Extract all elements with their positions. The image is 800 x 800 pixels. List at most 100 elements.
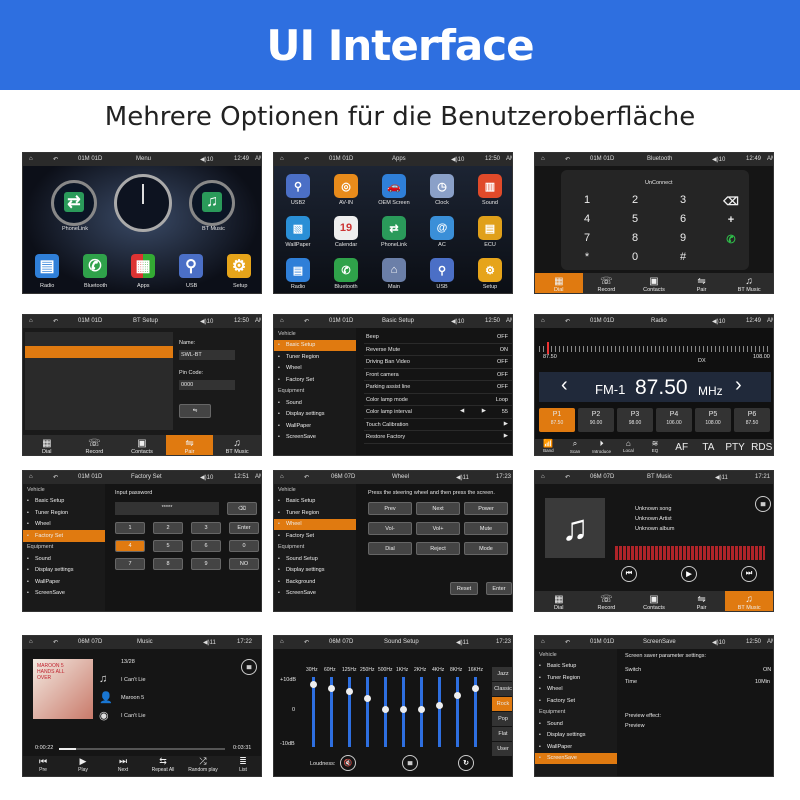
preset-1[interactable]: P1 87.50 <box>539 408 575 432</box>
home-icon[interactable]: ⌂ <box>280 156 284 162</box>
preset-3[interactable]: P3 98.00 <box>617 408 653 432</box>
eq-knob[interactable] <box>364 695 371 702</box>
setting-row[interactable]: Color lamp mode Loop <box>364 394 512 406</box>
setting-row[interactable]: Driving Ban Video OFF <box>364 356 512 369</box>
sidebar-item-wheel[interactable]: Wheel <box>23 519 105 531</box>
sidebar-item-screensave[interactable]: ScreenSave <box>274 432 356 444</box>
sound-icon[interactable]: ▥ <box>478 174 502 198</box>
setting-value[interactable]: OFF <box>497 384 508 390</box>
setup-icon[interactable]: ⚙ <box>227 254 251 278</box>
setting-value[interactable]: ON <box>500 347 508 353</box>
back-icon[interactable]: ↶ <box>565 156 570 163</box>
sidebar-item-display-settings[interactable]: Display settings <box>274 409 356 421</box>
sidebar-item-tuner-region[interactable]: Tuner Region <box>535 672 617 684</box>
setting-value[interactable]: OFF <box>497 372 508 378</box>
key-4[interactable]: 4 <box>565 213 609 227</box>
arrow-right-icon[interactable]: ▶ <box>504 421 508 427</box>
radio-btn-scan[interactable]: ⌕ Scan <box>562 439 589 455</box>
play-icon[interactable]: ▶ <box>681 566 697 582</box>
radio-btn-rds[interactable]: RDS <box>748 439 773 455</box>
setting-row[interactable]: Beep OFF <box>364 331 512 344</box>
back-icon[interactable]: ↶ <box>304 156 309 163</box>
eq-preset-jazz[interactable]: Jazz <box>492 667 512 681</box>
name-field[interactable]: SWL-BT <box>179 350 235 360</box>
key-5[interactable]: 5 <box>613 213 657 227</box>
sidebar-item-sound[interactable]: Sound <box>23 553 105 565</box>
radio-btn-local[interactable]: ⌂ Local <box>615 439 642 455</box>
eq-preset-rock[interactable]: Rock <box>492 697 512 711</box>
key-5[interactable]: 5 <box>153 540 183 552</box>
phonelink-icon[interactable]: ⇄ <box>382 216 406 240</box>
sidebar-item-background[interactable]: Background <box>274 576 356 588</box>
decrease-arrow-icon[interactable]: ◀ <box>460 408 464 414</box>
back-icon[interactable]: ↶ <box>53 639 58 646</box>
wallpaper-icon[interactable]: ▧ <box>286 216 310 240</box>
sidebar-item-screensave[interactable]: ScreenSave <box>535 752 617 764</box>
sidebar-item-sound[interactable]: Sound <box>274 397 356 409</box>
key-star[interactable]: * <box>565 251 609 265</box>
music-list-button[interactable]: ≣ List <box>223 756 261 776</box>
back-icon[interactable]: ↶ <box>304 639 309 646</box>
calendar-icon[interactable]: 19 <box>334 216 358 240</box>
music-play-button[interactable]: ▶ Play <box>63 756 103 776</box>
sidebar-item-tuner-region[interactable]: Tuner Region <box>23 507 105 519</box>
back-icon[interactable]: ↶ <box>53 474 58 481</box>
wheel-next-button[interactable]: Next <box>416 502 460 515</box>
setting-value[interactable]: 55 <box>502 409 508 415</box>
sidebar-item-wallpaper[interactable]: WallPaper <box>23 576 105 588</box>
nav-dial[interactable]: ▦ Dial <box>535 273 583 293</box>
music-repeat-all-button[interactable]: ⇆ Repeat All <box>143 756 183 776</box>
radio-btn-band[interactable]: 📶 Band <box>535 439 562 455</box>
key-7[interactable]: 7 <box>565 232 609 246</box>
home-icon[interactable]: ⌂ <box>29 639 33 645</box>
key-8[interactable]: 8 <box>613 232 657 246</box>
wheel-reject-button[interactable]: Reject <box>416 542 460 555</box>
sidebar-item-screensave[interactable]: ScreenSave <box>274 588 356 600</box>
playlist-icon[interactable]: ≣ <box>755 496 771 512</box>
setting-value[interactable]: OFF <box>497 359 508 365</box>
usb2-icon[interactable]: ⚲ <box>286 174 310 198</box>
eq-knob[interactable] <box>436 702 443 709</box>
sidebar-item-display-settings[interactable]: Display settings <box>274 565 356 577</box>
wheel-vol--button[interactable]: Vol+ <box>416 522 460 535</box>
setting-row[interactable]: Touch Calibration ▶ <box>364 419 512 431</box>
arrow-right-icon[interactable]: ▶ <box>504 433 508 439</box>
music-random-play-button[interactable]: ⤮ Random play <box>183 756 223 776</box>
eq-knob[interactable] <box>454 691 461 699</box>
key-6[interactable]: 6 <box>191 540 221 552</box>
key-backspace[interactable]: ⌫ <box>709 194 753 208</box>
frequency-scale[interactable] <box>539 346 771 352</box>
back-icon[interactable]: ↶ <box>53 318 58 325</box>
nav-dial[interactable]: ▦ Dial <box>535 591 583 611</box>
sidebar-item-basic-setup[interactable]: Basic Setup <box>23 496 105 508</box>
key-9[interactable]: 9 <box>661 232 705 246</box>
key-6[interactable]: 6 <box>661 213 705 227</box>
prev-station-icon[interactable]: ‹ <box>561 374 568 397</box>
next-station-icon[interactable]: › <box>735 374 742 397</box>
eq-preset-user[interactable]: User <box>492 742 512 756</box>
sidebar-item-display-settings[interactable]: Display settings <box>535 730 617 742</box>
password-field[interactable]: ***** <box>115 502 219 515</box>
eq-knob[interactable] <box>400 705 407 713</box>
preset-2[interactable]: P2 90.00 <box>578 408 614 432</box>
nav-btmusic[interactable]: ♫ BT Music <box>213 435 261 455</box>
sidebar-item-factory-set[interactable]: Factory Set <box>535 695 617 707</box>
wheel-power-button[interactable]: Power <box>464 502 508 515</box>
wheel-mute-button[interactable]: Mute <box>464 522 508 535</box>
sidebar-item-basic-setup[interactable]: Basic Setup <box>535 661 617 673</box>
clock-icon[interactable]: ◷ <box>430 174 454 198</box>
eq-preset-icon[interactable]: ≣ <box>402 755 418 771</box>
eq-track[interactable] <box>456 677 459 747</box>
radio-btn-pty[interactable]: PTY <box>722 439 749 455</box>
home-icon[interactable]: ⌂ <box>541 639 545 645</box>
key-0[interactable]: 0 <box>229 540 259 552</box>
key-enter[interactable]: Enter <box>229 522 259 534</box>
radio-icon[interactable]: ▤ <box>35 254 59 278</box>
setting-value[interactable]: Loop <box>496 397 508 403</box>
eq-preset-classic[interactable]: Classic <box>492 682 512 696</box>
music-next-button[interactable]: ⏭ Next <box>103 756 143 776</box>
back-icon[interactable]: ↶ <box>565 639 570 646</box>
home-icon[interactable]: ⌂ <box>280 318 284 324</box>
prev-icon[interactable]: ⏮ <box>621 566 637 582</box>
time-value[interactable]: 10Min <box>755 679 770 685</box>
